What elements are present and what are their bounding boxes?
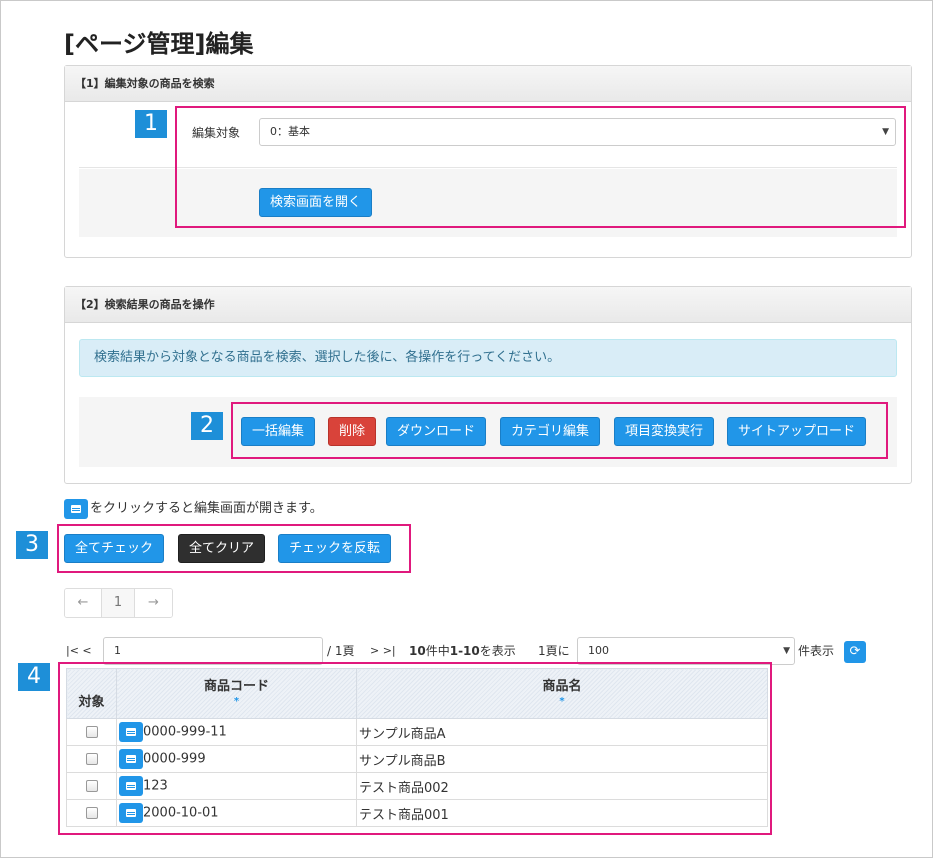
sort-marker: * <box>233 696 240 707</box>
result-range: 1-10 <box>449 644 480 658</box>
result-mid: 件中 <box>425 644 450 658</box>
bulk-edit-button[interactable]: 一括編集 <box>241 417 316 446</box>
callout-3: 3 <box>16 531 48 559</box>
column-header-target: 対象 <box>66 668 117 719</box>
select-arrow-icon: ▼ <box>783 646 790 656</box>
sort-marker: * <box>559 696 565 707</box>
per-page-select[interactable]: 100 ▼ <box>577 637 795 665</box>
site-upload-button[interactable]: サイトアップロード <box>727 417 867 446</box>
edit-target-row: 編集対象 0：基本 ▼ <box>79 104 897 168</box>
refresh-icon[interactable]: ⟳ <box>844 641 866 663</box>
last-page-link[interactable]: > >| <box>370 637 396 665</box>
operate-panel-heading: 【2】検索結果の商品を操作 <box>65 287 911 323</box>
row-checkbox[interactable] <box>85 807 98 819</box>
search-panel-heading: 【1】編集対象の商品を検索 <box>65 66 911 102</box>
clear-all-button[interactable]: 全てクリア <box>178 534 266 563</box>
callout-2: 2 <box>191 412 223 440</box>
product-name: サンプル商品B <box>356 745 768 773</box>
result-total: 10 <box>409 644 426 658</box>
column-header-code[interactable]: 商品コード * <box>116 668 357 719</box>
edit-target-label: 編集対象 <box>192 126 241 140</box>
edit-icon[interactable] <box>119 749 143 769</box>
category-edit-button[interactable]: カテゴリ編集 <box>500 417 601 446</box>
row-checkbox[interactable] <box>85 780 98 792</box>
name-header-label: 商品名 <box>542 679 582 694</box>
search-panel: 【1】編集対象の商品を検索 編集対象 0：基本 ▼ 検索画面を開く <box>64 65 912 258</box>
edit-icon[interactable] <box>119 776 143 796</box>
row-checkbox[interactable] <box>85 726 98 738</box>
product-code: 0000-999 <box>143 751 206 767</box>
product-code: 0000-999-11 <box>143 724 227 740</box>
product-name: テスト商品001 <box>356 799 768 827</box>
total-pages-text: / 1頁 <box>327 644 355 658</box>
edit-hint-text: をクリックすると編集画面が開きます。 <box>90 501 323 516</box>
product-name: サンプル商品A <box>356 718 768 746</box>
edit-icon[interactable] <box>119 803 143 823</box>
edit-icon <box>64 498 88 519</box>
operate-panel: 【2】検索結果の商品を操作 検索結果から対象となる商品を検索、選択した後に、各操… <box>64 286 912 484</box>
table-row: 0000-999 サンプル商品B <box>66 745 768 773</box>
page-title: [ページ管理]編集 <box>64 30 254 58</box>
table-row: 2000-10-01 テスト商品001 <box>66 799 768 827</box>
column-header-name[interactable]: 商品名 * <box>356 668 768 719</box>
prev-page-button[interactable]: ← <box>65 589 102 617</box>
edit-target-select[interactable]: 0：基本 ▼ <box>259 118 896 146</box>
delete-button[interactable]: 削除 <box>328 417 377 446</box>
product-name: テスト商品002 <box>356 772 768 800</box>
product-code: 123 <box>143 778 168 794</box>
per-page-value: 100 <box>588 644 609 657</box>
per-page-suffix: 件表示 <box>798 644 835 658</box>
per-page-prefix: 1頁に <box>538 644 570 658</box>
product-table: 対象 商品コード * 商品名 * 0000-999-11 サンプル商品A 0000-… <box>66 668 768 827</box>
callout-4: 4 <box>18 663 50 691</box>
table-row: 123 テスト商品002 <box>66 772 768 800</box>
callout-1: 1 <box>135 110 167 138</box>
target-header-label: 対象 <box>78 695 105 710</box>
result-summary: 10件中1-10を表示 <box>409 637 516 665</box>
invert-check-button[interactable]: チェックを反転 <box>278 534 392 563</box>
check-all-button[interactable]: 全てチェック <box>64 534 165 563</box>
item-convert-button[interactable]: 項目変換実行 <box>614 417 715 446</box>
code-header-label: 商品コード <box>203 679 269 694</box>
first-page-link[interactable]: |< < <box>66 637 92 665</box>
download-button[interactable]: ダウンロード <box>386 417 487 446</box>
open-search-button[interactable]: 検索画面を開く <box>259 188 373 217</box>
open-search-row: 検索画面を開く <box>79 169 897 237</box>
table-row: 0000-999-11 サンプル商品A <box>66 718 768 746</box>
pagination: ← 1 → <box>64 588 173 618</box>
product-code: 2000-10-01 <box>143 805 219 821</box>
next-page-button[interactable]: → <box>135 589 172 617</box>
current-page[interactable]: 1 <box>102 589 135 617</box>
info-alert: 検索結果から対象となる商品を検索、選択した後に、各操作を行ってください。 <box>79 339 897 377</box>
edit-icon[interactable] <box>119 722 143 742</box>
edit-target-value: 0：基本 <box>270 125 310 138</box>
result-tail: を表示 <box>479 644 516 658</box>
total-pages: / 1頁 <box>327 637 355 665</box>
page-number-input[interactable]: 1 <box>103 637 323 665</box>
select-arrow-icon: ▼ <box>882 127 889 137</box>
edit-hint: をクリックすると編集画面が開きます。 <box>64 498 323 520</box>
row-checkbox[interactable] <box>85 753 98 765</box>
